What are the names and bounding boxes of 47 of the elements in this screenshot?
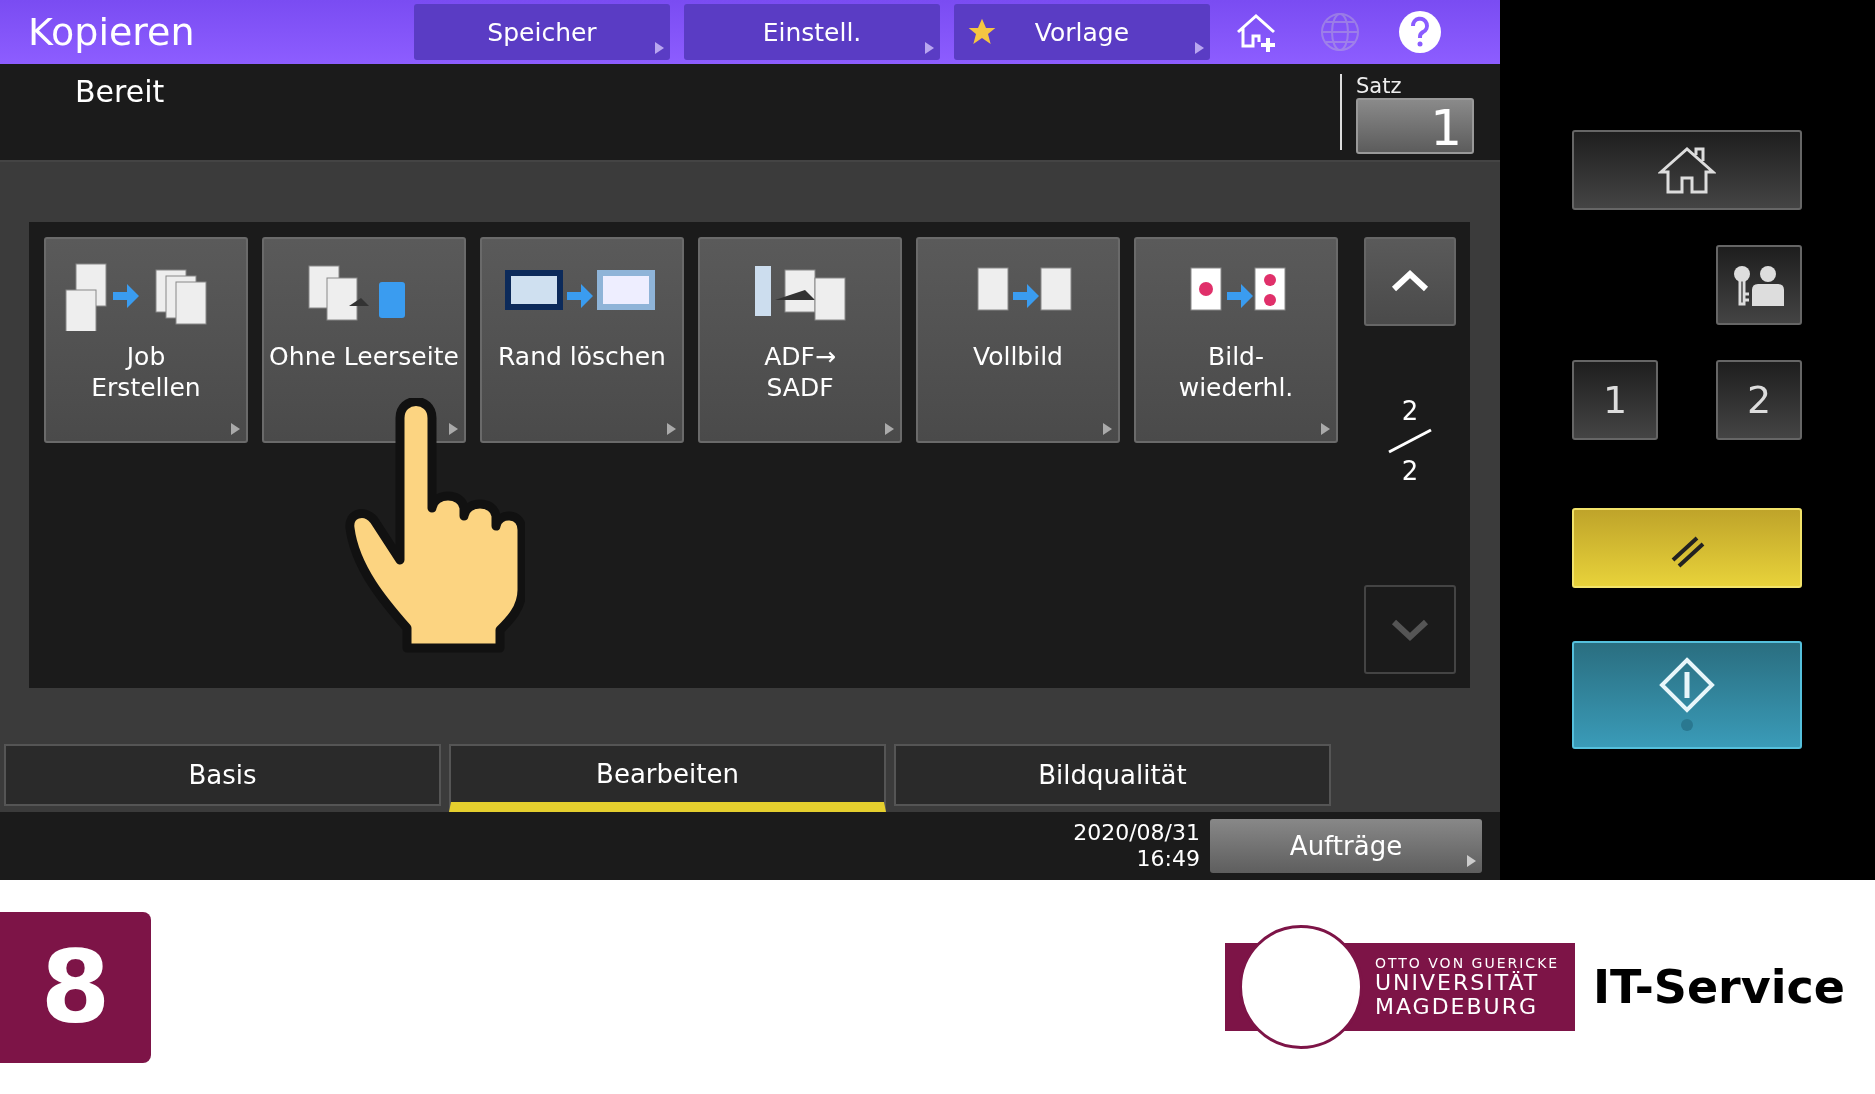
function-tile[interactable]: Vollbild (916, 237, 1120, 443)
home-key[interactable] (1572, 130, 1802, 210)
tab[interactable]: Bearbeiten (449, 744, 886, 812)
start-key[interactable] (1572, 641, 1802, 749)
sets-label: Satz (1356, 74, 1403, 98)
logo-text: OTTO VON GUERICKE (1374, 955, 1560, 971)
app-title: Kopieren (27, 10, 196, 54)
home-icon (1658, 145, 1716, 195)
function-tile[interactable]: Rand löschen (480, 237, 684, 443)
triangle-icon (885, 423, 894, 435)
sets-count-field[interactable]: 1 (1356, 98, 1474, 154)
logo-text: MAGDEBURG (1374, 995, 1539, 1019)
triangle-icon (667, 423, 676, 435)
function-tile[interactable]: Bild- wiederhl. (1134, 237, 1338, 443)
page-total: 2 (1401, 455, 1419, 486)
key-one[interactable]: 1 (1572, 360, 1658, 440)
header-button[interactable]: Vorlage (954, 4, 1210, 60)
tab[interactable]: Basis (4, 744, 441, 806)
time-text: 16:49 (1136, 846, 1200, 872)
key-user-icon (1732, 264, 1786, 306)
step-number: 8 (0, 911, 151, 1063)
user-key[interactable] (1716, 245, 1802, 325)
triangle-icon (1321, 423, 1330, 435)
department-name: IT-Service (1592, 960, 1845, 1014)
function-tile[interactable]: Ohne Leerseite (262, 237, 466, 443)
chevron-up-icon (1390, 269, 1430, 294)
header-button[interactable]: Speicher (414, 4, 670, 60)
tab[interactable]: Bildqualität (894, 744, 1331, 806)
page-number: 2 (1401, 395, 1419, 426)
triangle-icon (1467, 855, 1476, 867)
triangle-icon (1103, 423, 1112, 435)
scroll-up-button[interactable] (1364, 237, 1456, 326)
function-tile[interactable]: ADF→ SADF (698, 237, 902, 443)
triangle-icon (1195, 42, 1204, 54)
chevron-down-icon (1390, 617, 1430, 642)
triangle-icon (655, 42, 664, 54)
status-text: Bereit (74, 73, 166, 111)
triangle-icon (925, 42, 934, 54)
header-button[interactable]: Einstell. (684, 4, 940, 60)
function-tile[interactable]: Job Erstellen (44, 237, 248, 443)
jobs-button[interactable]: Aufträge (1210, 819, 1482, 873)
triangle-icon (449, 423, 458, 435)
triangle-icon (231, 423, 240, 435)
help-icon[interactable] (1398, 10, 1442, 54)
key-two[interactable]: 2 (1716, 360, 1802, 440)
date-text: 2020/08/31 (1073, 820, 1200, 846)
logo-text: UNIVERSITÄT (1374, 971, 1541, 995)
